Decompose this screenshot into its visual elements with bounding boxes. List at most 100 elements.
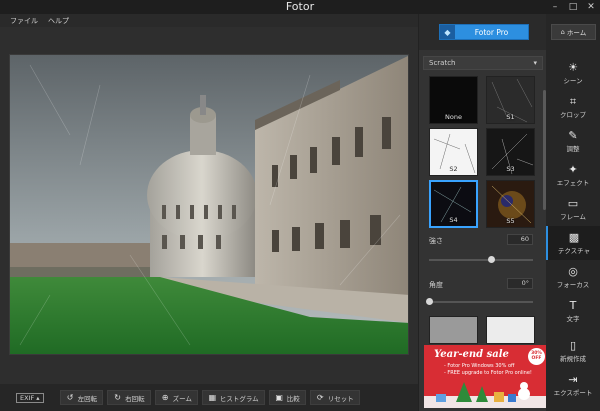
angle-slider-track[interactable] [429, 301, 533, 303]
home-button[interactable]: ⌂ ホーム [551, 24, 596, 40]
thumb-label: S3 [506, 165, 515, 173]
maximize-button[interactable]: □ [564, 0, 582, 14]
nav-item-adjust[interactable]: ✎ 調整 [546, 124, 600, 158]
nav-label: フレーム [560, 213, 586, 221]
home-label: ホーム [566, 29, 587, 37]
window-title: Fotor [285, 0, 315, 13]
nav-label: エクスポート [553, 389, 593, 397]
nav-label: 新規作成 [560, 355, 586, 363]
rotate-left-icon: ↺ [66, 393, 74, 402]
nav-label: 文字 [566, 315, 580, 323]
rotate-right-icon: ↻ [114, 393, 121, 402]
sale-line-1: - Fotor Pro Windows 30% off [444, 363, 515, 369]
nav-item-frame[interactable]: ▭ フレーム [546, 192, 600, 226]
fotor-pro-label: Fotor Pro [474, 27, 509, 37]
rotate-left-button[interactable]: ↺ 左回転 [59, 390, 104, 405]
histogram-icon: ▦ [208, 393, 217, 402]
nav-item-scene[interactable]: ☀ シーン [546, 56, 600, 90]
export-icon: ⇥ [568, 373, 578, 386]
effect-icon: ✦ [568, 163, 578, 176]
compare-icon: ▣ [275, 393, 283, 402]
zoom-icon: ⊕ [161, 393, 169, 402]
new-icon: ▯ [569, 339, 577, 352]
photo-canvas[interactable] [9, 54, 409, 355]
scene-icon: ☀ [568, 61, 578, 74]
minimize-button[interactable]: – [546, 0, 564, 14]
texture-thumb-s5[interactable]: S5 [486, 180, 535, 228]
texture-thumb-s1[interactable]: S1 [486, 76, 535, 124]
thumb-label: None [445, 113, 462, 121]
texture-thumb-none[interactable]: None [429, 76, 478, 124]
zoom-label: ズーム [172, 394, 192, 403]
rotate-left-label: 左回転 [77, 394, 98, 403]
scratch-section-header[interactable]: Scratch ▾ [423, 56, 543, 70]
exif-label: EXIF [20, 393, 35, 402]
nav-label: シーン [563, 77, 583, 85]
angle-label: 角度 [429, 281, 443, 289]
thumb-label: S4 [449, 216, 458, 224]
zoom-button[interactable]: ⊕ ズーム [154, 390, 198, 405]
sale-badge: 30% OFF [528, 348, 545, 365]
nav-item-export[interactable]: ⇥ エクスポート [546, 368, 600, 402]
section-title: Scratch [429, 59, 456, 67]
reset-button[interactable]: ⟳ リセット [309, 390, 360, 405]
rotate-right-label: 右回転 [125, 394, 145, 403]
text-icon: T [569, 299, 577, 312]
angle-value-field[interactable]: 0° [507, 278, 533, 289]
nav-item-texture[interactable]: ▩ テクスチャ [546, 226, 600, 260]
texture-icon: ▩ [568, 231, 580, 244]
main-nav: ⌂ ホーム ☀ シーン ⌗ クロップ ✎ 調整 ✦ エフェクト ▭ フレーム ▩… [546, 14, 600, 411]
title-bar: Fotor – □ ✕ [0, 0, 600, 14]
nav-item-effect[interactable]: ✦ エフェクト [546, 158, 600, 192]
menu-bar: ファイル ヘルプ [0, 14, 418, 27]
nav-label: エフェクト [556, 179, 590, 187]
thumb-label: S1 [506, 113, 515, 121]
histogram-button[interactable]: ▦ ヒストグラム [201, 390, 265, 405]
nav-label: 調整 [566, 145, 580, 153]
reset-label: リセット [327, 394, 354, 403]
rotate-right-button[interactable]: ↻ 右回転 [107, 390, 151, 405]
texture-thumb-s2[interactable]: S2 [429, 128, 478, 176]
home-icon: ⌂ [560, 28, 565, 36]
compare-button[interactable]: ▣ 比較 [268, 390, 306, 405]
chevron-down-icon: ▾ [533, 59, 537, 67]
strength-slider-track[interactable] [429, 259, 533, 261]
strength-value-field[interactable]: 60 [507, 234, 533, 245]
close-button[interactable]: ✕ [582, 0, 600, 14]
pisa-photo [10, 55, 408, 354]
frame-icon: ▭ [567, 197, 579, 210]
adjust-icon: ✎ [568, 129, 578, 142]
nav-item-crop[interactable]: ⌗ クロップ [546, 90, 600, 124]
texture-thumb-next-2[interactable] [486, 316, 535, 344]
thumb-label: S2 [449, 165, 458, 173]
sale-title: Year-end sale [434, 349, 509, 360]
angle-slider-knob[interactable] [425, 298, 433, 305]
nav-label: クロップ [560, 111, 586, 119]
nav-label: テクスチャ [557, 247, 591, 255]
menu-help[interactable]: ヘルプ [48, 16, 69, 26]
year-end-sale-banner[interactable]: Year-end sale - Fotor Pro Windows 30% of… [424, 345, 550, 408]
menu-file[interactable]: ファイル [10, 16, 38, 26]
sale-line-2: - FREE upgrade to Fotor Pro online! [444, 370, 532, 376]
exif-button[interactable]: EXIF ▴ [16, 392, 44, 403]
nav-item-text[interactable]: T 文字 [546, 294, 600, 328]
bottom-toolbar: EXIF ▴ ↺ 左回転 ↻ 右回転 ⊕ ズーム ▦ ヒストグラム ▣ 比較 ⟳ リセット [0, 384, 418, 411]
fotor-pro-button[interactable]: ◆ Fotor Pro [439, 24, 529, 40]
crop-icon: ⌗ [569, 95, 577, 108]
strength-label: 強さ [429, 237, 443, 245]
strength-slider-knob[interactable] [487, 256, 495, 263]
nav-label: フォーカス [556, 281, 590, 289]
texture-thumb-s3[interactable]: S3 [486, 128, 535, 176]
focus-icon: ◎ [568, 265, 578, 278]
reset-icon: ⟳ [316, 393, 324, 402]
christmas-decoration [424, 382, 550, 408]
histogram-label: ヒストグラム [219, 394, 259, 403]
pro-area: ◆ Fotor Pro [419, 14, 547, 50]
nav-item-new[interactable]: ▯ 新規作成 [546, 334, 600, 368]
texture-thumb-s4[interactable]: S4 [429, 180, 478, 228]
thumb-label: S5 [506, 217, 515, 225]
texture-thumb-next-1[interactable] [429, 316, 478, 344]
compare-label: 比較 [286, 394, 300, 403]
canvas-area [0, 27, 418, 384]
nav-item-focus[interactable]: ◎ フォーカス [546, 260, 600, 294]
